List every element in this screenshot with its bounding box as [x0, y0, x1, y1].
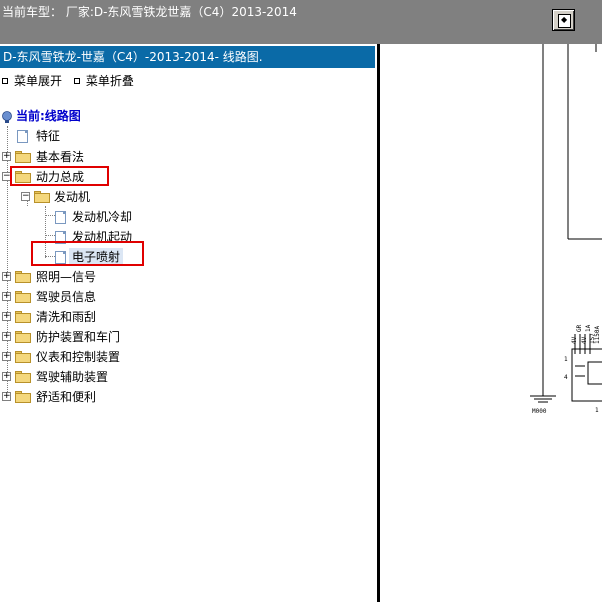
tree-root-label: 当前:线路图 [16, 109, 81, 123]
highlight-box-injection [31, 241, 144, 266]
tree-item-comfort[interactable]: + 舒适和便利 [0, 388, 140, 406]
tree-item-wash-wipe[interactable]: + 清洗和雨刮 [0, 308, 140, 326]
tree-item-label: 防护装置和车门 [36, 330, 121, 344]
folder-icon [15, 371, 31, 383]
tree-item-engine-cooling[interactable]: 发动机冷却 [0, 208, 160, 226]
expand-plus-icon[interactable]: + [2, 272, 11, 281]
tree-item-protection-doors[interactable]: + 防护装置和车门 [0, 328, 160, 346]
tree-item-label: 清洗和雨刮 [36, 310, 97, 324]
tree-item-features[interactable]: 特征 [0, 127, 120, 145]
tree-item-label: 基本看法 [36, 150, 85, 164]
document-icon [17, 130, 28, 143]
folder-icon [15, 351, 31, 363]
folder-icon [15, 311, 31, 323]
folder-icon [15, 391, 31, 403]
panel-toggle-button[interactable]: ◆ [552, 9, 575, 31]
expand-plus-icon[interactable]: + [2, 312, 11, 321]
tree-item-label: 驾驶员信息 [36, 290, 97, 304]
tree-item-label: 发动机 [54, 190, 91, 204]
tree-item-basics[interactable]: + 基本看法 [0, 148, 140, 166]
expand-plus-icon[interactable]: + [2, 372, 11, 381]
wiring-diagram-pane[interactable]: M000 1 4 1 4V GR 4V 1A 1S7 1150A [380, 44, 602, 602]
tree-item-label: 发动机冷却 [72, 210, 133, 224]
tree-item-label: 特征 [36, 129, 61, 143]
expand-plus-icon[interactable]: + [2, 152, 11, 161]
navigation-pane: D-东风雪铁龙-世嘉（C4）-2013-2014- 线路图. 菜单展开 菜单折叠… [0, 44, 377, 602]
collapse-square-icon [73, 77, 80, 84]
title-bar: 当前车型： 厂家:D-东风雪铁龙世嘉（C4）2013-2014 ◆ [0, 0, 602, 44]
folder-open-icon [34, 191, 50, 203]
tree-item-label: 驾驶辅助装置 [36, 370, 109, 384]
current-model-title: 当前车型： 厂家:D-东风雪铁龙世嘉（C4）2013-2014 [2, 5, 297, 19]
tree-item-lighting-signal[interactable]: + 照明—信号 [0, 268, 140, 286]
globe-icon [2, 110, 12, 123]
tree-item-label: 仪表和控制装置 [36, 350, 121, 364]
wire-label: 1A [585, 324, 592, 332]
collapse-minus-icon[interactable]: − [21, 192, 30, 201]
wire-label: 4V [581, 336, 588, 344]
wiring-diagram: M000 1 4 1 4V GR 4V 1A 1S7 1150A [530, 44, 602, 415]
folder-icon [15, 271, 31, 283]
pin-label: 1 [595, 407, 599, 414]
highlight-box-powertrain [10, 166, 109, 186]
tree-item-label: 照明—信号 [36, 270, 97, 284]
document-icon [55, 211, 66, 224]
tree-item-engine[interactable]: − 发动机 [0, 188, 140, 206]
menu-controls: 菜单展开 菜单折叠 [2, 72, 142, 89]
tree-item-label: 舒适和便利 [36, 390, 97, 404]
menu-collapse-link[interactable]: 菜单折叠 [86, 74, 134, 88]
expand-plus-icon[interactable]: + [2, 292, 11, 301]
diagram-component-box [571, 348, 602, 402]
expand-plus-icon[interactable]: + [2, 352, 11, 361]
panel-toggle-icon: ◆ [561, 15, 568, 24]
tree-item-driver-info[interactable]: + 驾驶员信息 [0, 288, 140, 306]
wire-label: 4V [571, 336, 578, 344]
expand-plus-icon[interactable]: + [2, 392, 11, 401]
ground-label: M000 [532, 408, 547, 415]
expand-plus-icon[interactable]: + [2, 332, 11, 341]
menu-expand-link[interactable]: 菜单展开 [14, 74, 62, 88]
tree-item-instruments-controls[interactable]: + 仪表和控制装置 [0, 348, 160, 366]
expand-square-icon [2, 77, 8, 84]
diagram-component-inner [587, 361, 602, 385]
folder-icon [15, 151, 31, 163]
breadcrumb: D-东风雪铁龙-世嘉（C4）-2013-2014- 线路图. [0, 46, 375, 68]
wire-label: GR [576, 324, 583, 332]
wire-label: 1150A [594, 326, 601, 344]
tree-item-driving-assist[interactable]: + 驾驶辅助装置 [0, 368, 160, 386]
folder-icon [15, 331, 31, 343]
pin-label: 4 [564, 374, 568, 381]
folder-icon [15, 291, 31, 303]
pin-label: 1 [564, 356, 568, 363]
